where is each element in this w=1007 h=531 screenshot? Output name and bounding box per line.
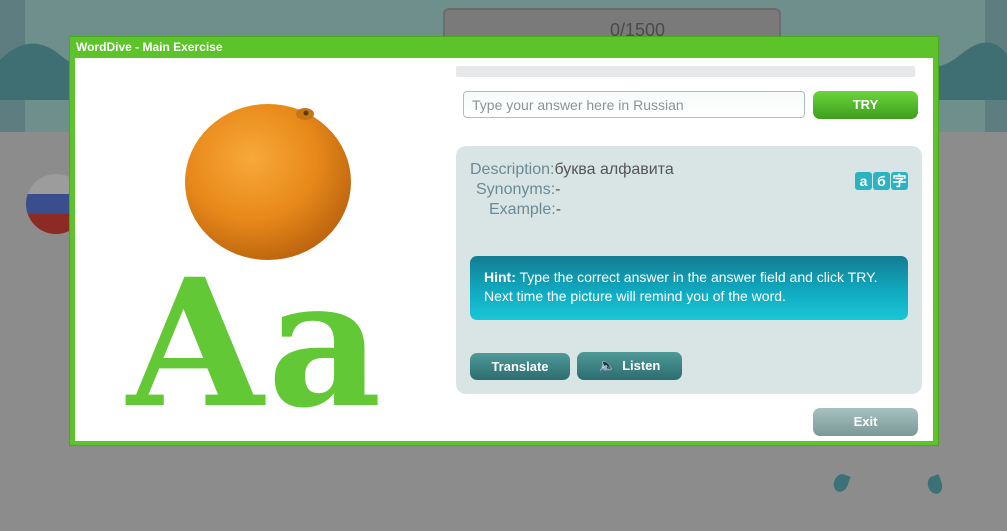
listen-label: Listen [622, 358, 661, 373]
description-row: Description:буква алфавита [470, 161, 674, 179]
synonyms-row: Synonyms:- [476, 181, 560, 199]
listen-button[interactable]: 🔈 Listen [577, 352, 682, 380]
translate-button[interactable]: Translate [470, 353, 570, 380]
cyrillic-a-icon[interactable]: а [855, 172, 872, 190]
chinese-character-icon[interactable]: 字 [891, 172, 908, 190]
example-row: Example:- [489, 201, 561, 219]
exercise-progress-bar [456, 66, 915, 77]
synonyms-label: Synonyms: [476, 181, 556, 198]
exit-button[interactable]: Exit [813, 408, 918, 436]
script-toggle-group: а б 字 [855, 172, 908, 190]
description-label: Description: [470, 161, 555, 178]
synonyms-value: - [555, 181, 561, 198]
answer-input[interactable] [463, 91, 805, 118]
try-button[interactable]: TRY [813, 91, 918, 119]
dialog-title: WordDive - Main Exercise [76, 40, 223, 54]
orange-image [185, 104, 351, 260]
hint-label: Hint: [484, 269, 516, 285]
dialog-body: Aa TRY Description:буква алфавита Synony… [75, 58, 933, 441]
speaker-icon: 🔈 [598, 357, 617, 373]
alphabet-letters: Aa [127, 240, 386, 447]
main-exercise-dialog: WordDive - Main Exercise Aa TRY Descript… [69, 36, 939, 446]
hint-text: Type the correct answer in the answer fi… [484, 269, 878, 304]
word-info-panel: Description:буква алфавита Synonyms:- Ex… [456, 146, 922, 394]
description-value: буква алфавита [554, 161, 674, 178]
hint-box: Hint: Type the correct answer in the ans… [470, 256, 908, 320]
example-value: - [555, 201, 562, 218]
cyrillic-b-icon[interactable]: б [873, 172, 890, 190]
example-label: Example: [489, 201, 556, 218]
